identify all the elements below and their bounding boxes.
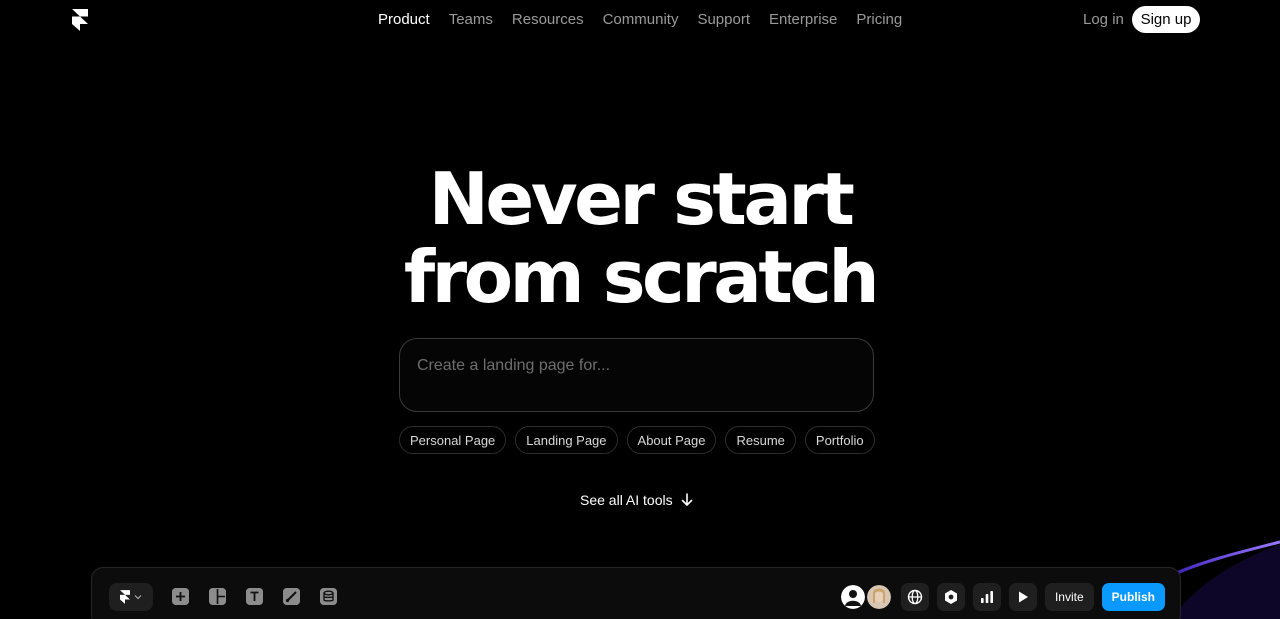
preview-button[interactable] xyxy=(1008,583,1037,611)
prompt-box xyxy=(399,338,874,412)
nav-link-resources[interactable]: Resources xyxy=(512,11,584,28)
editor-right-controls: Invite Publish xyxy=(840,583,1165,611)
chip-portfolio[interactable]: Portfolio xyxy=(804,426,875,454)
chip-resume[interactable]: Resume xyxy=(725,426,796,454)
vector-icon[interactable] xyxy=(283,588,300,605)
hero-headline: Never start from scratch xyxy=(0,160,1280,316)
bar-chart-icon xyxy=(980,591,993,603)
analytics-button[interactable] xyxy=(972,583,1001,611)
framer-logo-icon xyxy=(120,590,130,604)
decorative-glow xyxy=(1170,540,1280,619)
collaborator-avatars[interactable] xyxy=(840,585,891,609)
chevron-down-icon xyxy=(134,595,142,600)
framer-menu-button[interactable] xyxy=(109,583,153,611)
editor-toolbar: Invite Publish xyxy=(91,567,1181,619)
globe-button[interactable] xyxy=(900,583,929,611)
nav-link-teams[interactable]: Teams xyxy=(449,11,493,28)
play-icon xyxy=(1018,591,1028,603)
nav-link-product[interactable]: Product xyxy=(378,11,430,28)
chip-about-page[interactable]: About Page xyxy=(626,426,717,454)
user-avatar-icon xyxy=(840,585,865,609)
prompt-input[interactable] xyxy=(417,353,857,379)
framer-logo-icon[interactable] xyxy=(72,9,88,31)
signup-button[interactable]: Sign up xyxy=(1132,6,1200,33)
nav-link-enterprise[interactable]: Enterprise xyxy=(769,11,837,28)
see-all-ai-tools-link[interactable]: See all AI tools xyxy=(580,492,693,508)
chip-personal-page[interactable]: Personal Page xyxy=(399,426,507,454)
headline-line-2: from scratch xyxy=(403,235,880,319)
chip-landing-page[interactable]: Landing Page xyxy=(515,426,618,454)
nav-links: Product Teams Resources Community Suppor… xyxy=(378,11,921,28)
collaborator-photo-avatar xyxy=(866,585,891,609)
nav-link-pricing[interactable]: Pricing xyxy=(856,11,902,28)
layout-icon[interactable] xyxy=(209,588,226,605)
suggestion-chips: Personal Page Landing Page About Page Re… xyxy=(399,426,875,454)
nav-link-support[interactable]: Support xyxy=(697,11,750,28)
settings-hexagon-icon xyxy=(944,590,957,604)
login-link[interactable]: Log in xyxy=(1083,11,1124,28)
settings-button[interactable] xyxy=(936,583,965,611)
arrow-down-icon xyxy=(681,493,692,506)
globe-icon xyxy=(907,589,923,605)
publish-button[interactable]: Publish xyxy=(1101,583,1165,611)
cms-icon[interactable] xyxy=(320,588,337,605)
see-all-label: See all AI tools xyxy=(580,492,673,508)
insert-icon[interactable] xyxy=(172,588,189,605)
invite-button[interactable]: Invite xyxy=(1044,583,1094,611)
headline-line-1: Never start xyxy=(428,157,855,241)
top-nav: Product Teams Resources Community Suppor… xyxy=(0,0,1280,40)
text-icon[interactable] xyxy=(246,588,263,605)
nav-link-community[interactable]: Community xyxy=(603,11,679,28)
